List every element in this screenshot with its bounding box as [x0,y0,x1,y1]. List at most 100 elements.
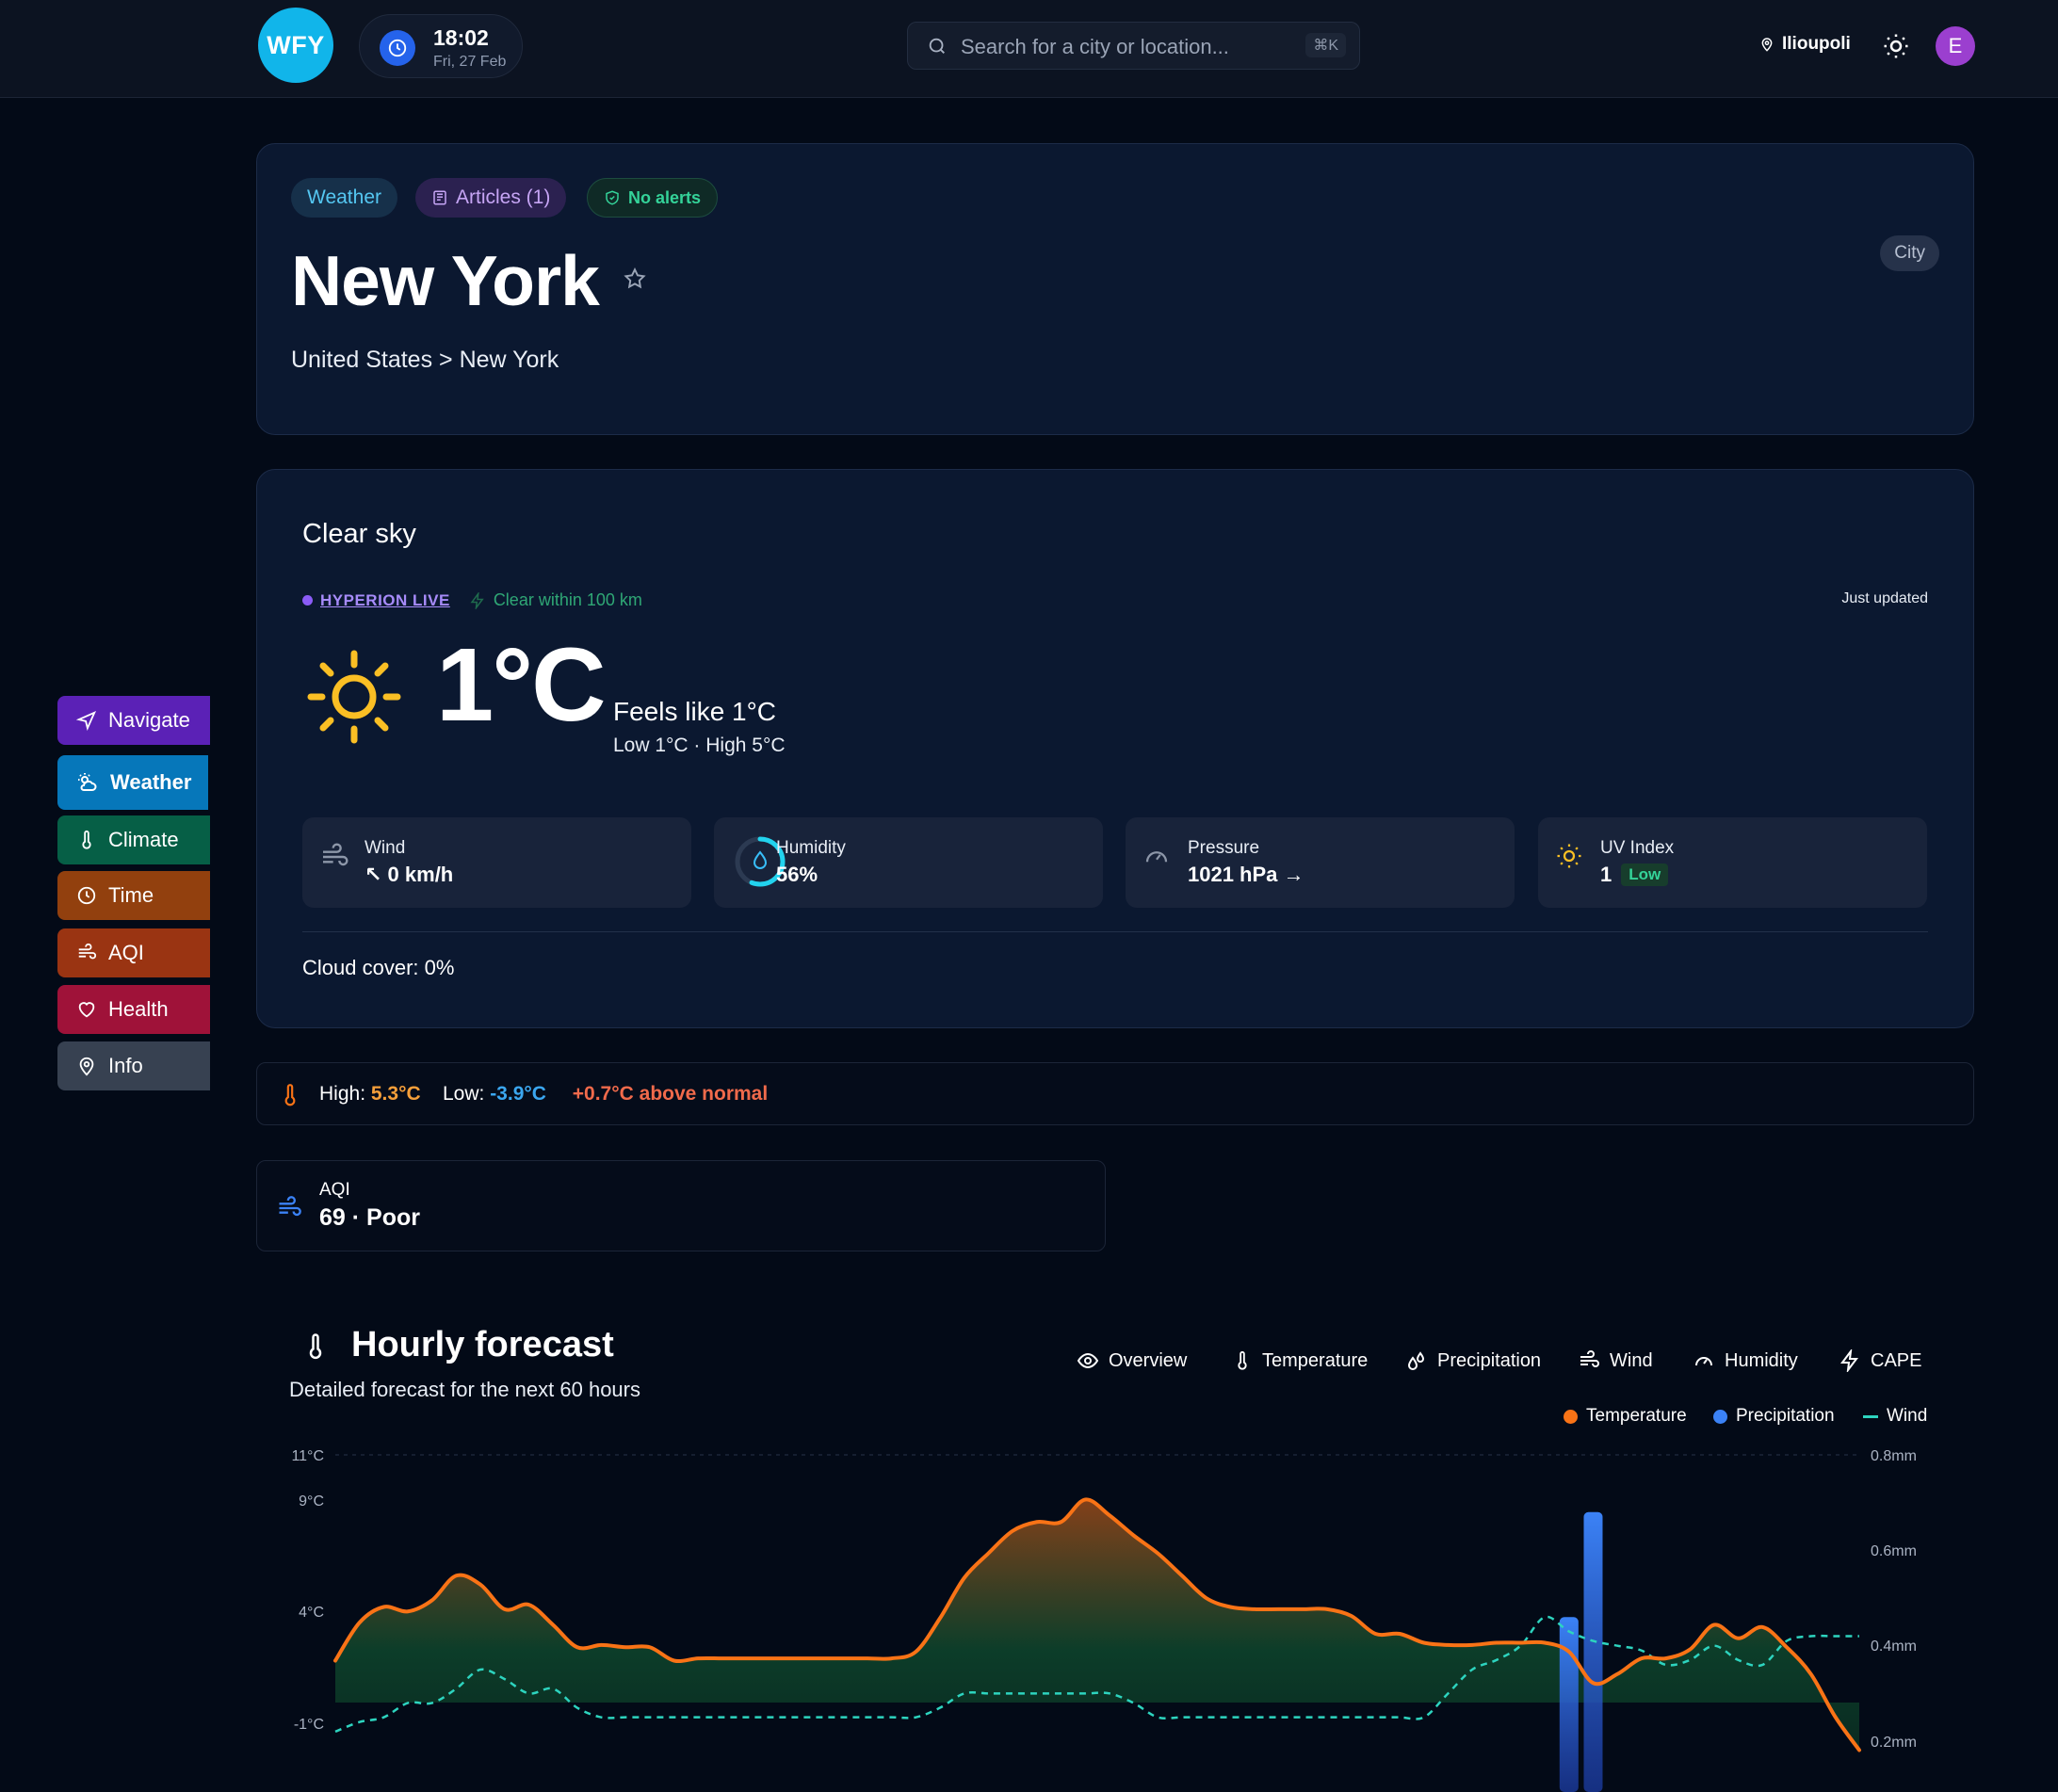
daily-summary-bar: High: 5.3°C Low: -3.9°C +0.7°C above nor… [256,1062,1974,1125]
weather-chip-label: Weather [307,186,381,208]
sidebar-item-climate[interactable]: Climate [57,815,210,864]
precipitation-bar[interactable] [1583,1511,1603,1792]
low-label: Low: [442,1083,485,1105]
shield-check-icon [606,190,619,205]
hourly-forecast-chart[interactable]: 11°C 9°C 4°C -1°C 0.8mm 0.6mm 0.4mm 0.2mm [283,1436,1940,1792]
lightning-icon [470,591,484,609]
high-value: 5.3°C [370,1083,421,1105]
thermometer-icon [278,1081,302,1114]
wind-value: ↖ 0 km/h [365,863,454,886]
y-tick-right: 0.8mm [1871,1448,1917,1464]
sun-icon [1884,34,1908,58]
weather-icon [78,773,97,791]
y-tick-left: 11°C [291,1448,324,1464]
clock-time: 18:02 [433,25,489,50]
uv-label: UV Index [1600,838,1675,858]
tab-weather[interactable]: Weather [291,178,397,218]
uv-level-badge: Low [1621,864,1669,886]
live-dot [302,595,313,605]
y-tick-left: 4°C [299,1605,324,1621]
humidity-label: Humidity [776,838,846,858]
eye-icon [1077,1352,1099,1369]
search-shortcut: ⌘K [1305,33,1346,57]
search-input[interactable]: Search for a city or location... ⌘K [907,22,1360,70]
live-status: HYPERION LIVE Clear within 100 km [302,590,642,610]
app-logo[interactable]: WFY [258,8,333,83]
tab-humidity[interactable]: Humidity [1693,1349,1798,1372]
legend-swatch [1863,1414,1878,1418]
search-placeholder: Search for a city or location... [961,35,1229,58]
aqi-card[interactable]: AQI 69 · Poor [256,1160,1106,1251]
live-link[interactable]: HYPERION LIVE [320,591,450,610]
sidebar-item-info[interactable]: Info [57,1041,210,1090]
search-icon [927,36,948,61]
thermometer-icon [1238,1350,1247,1370]
aqi-label: AQI [319,1180,350,1200]
sidebar-item-label: Info [108,1054,143,1077]
tab-label: Overview [1109,1349,1188,1371]
tab-label: Humidity [1725,1349,1798,1371]
newspaper-icon [433,190,446,205]
tab-wind[interactable]: Wind [1578,1349,1653,1372]
sidebar-item-health[interactable]: Health [57,985,210,1034]
tab-label: Wind [1610,1349,1653,1371]
sidebar-item-aqi[interactable]: AQI [57,928,210,977]
temperature-area [335,1499,1859,1751]
tab-articles[interactable]: Articles (1) [415,178,567,218]
legend-wind[interactable]: Wind [1863,1406,1927,1427]
tab-temperature[interactable]: Temperature [1232,1349,1368,1372]
sidebar-item-navigate[interactable]: Navigate [57,696,210,745]
cloud-cover: Cloud cover: 0% [302,956,455,979]
legend-precipitation[interactable]: Precipitation [1713,1406,1835,1427]
uv-value-row: 1 Low [1600,863,1669,887]
theme-toggle-button[interactable] [1882,32,1910,65]
sidebar-item-label: Navigate [108,708,190,732]
clock-icon [380,30,415,66]
y-tick-right: 0.2mm [1871,1735,1917,1751]
favorite-button[interactable] [623,266,647,296]
tab-label: Precipitation [1437,1349,1542,1371]
location-type-badge: City [1880,235,1939,271]
articles-chip-label: Articles (1) [456,186,551,208]
avatar[interactable]: E [1936,26,1975,66]
sidebar-item-weather[interactable]: Weather [57,755,208,810]
forecast-subtitle: Detailed forecast for the next 60 hours [289,1378,640,1401]
star-icon [624,267,646,289]
map-pin-icon [1761,38,1773,52]
legend-swatch [1564,1409,1578,1424]
y-tick-right: 0.4mm [1871,1639,1917,1655]
clock-widget: 18:02 Fri, 27 Feb [359,14,523,78]
pressure-metric: Pressure 1021 hPa → [1126,817,1515,908]
tab-overview[interactable]: Overview [1077,1349,1187,1372]
uv-value: 1 [1600,863,1612,886]
pressure-label: Pressure [1188,838,1260,858]
page-title: New York [291,241,600,320]
low-value: -3.9°C [490,1083,546,1105]
y-axis-left: 11°C 9°C 4°C -1°C [291,1448,324,1733]
pressure-value: 1021 hPa → [1188,863,1304,886]
y-axis-right: 0.8mm 0.6mm 0.4mm 0.2mm [1871,1448,1917,1751]
lightning-status: Clear within 100 km [493,590,642,609]
high-label: High: [319,1083,366,1105]
legend-temperature[interactable]: Temperature [1564,1406,1687,1427]
clock-icon [77,886,96,905]
alerts-badge[interactable]: No alerts [587,178,719,218]
wind-icon [319,842,349,877]
sun-icon [1555,842,1583,875]
sidebar-item-label: Weather [110,770,192,794]
precipitation-bar[interactable] [1559,1617,1579,1792]
y-tick-right: 0.6mm [1871,1543,1917,1559]
gauge-icon [1142,842,1171,875]
tab-cape[interactable]: CAPE [1839,1349,1921,1372]
clock-date: Fri, 27 Feb [433,54,507,70]
lightning-icon [1840,1349,1858,1372]
low-high: Low 1°C · High 5°C [613,735,786,756]
wind-metric: Wind ↖ 0 km/h [302,817,691,908]
thermometer-icon [82,830,91,849]
current-temperature: 1°C [436,627,607,743]
sidebar-item-time[interactable]: Time [57,871,210,920]
current-location-button[interactable]: Ilioupoli [1759,34,1851,55]
tab-precipitation[interactable]: Precipitation [1405,1349,1541,1372]
legend-label: Wind [1887,1406,1928,1426]
feels-like: Feels like 1°C [613,697,777,726]
